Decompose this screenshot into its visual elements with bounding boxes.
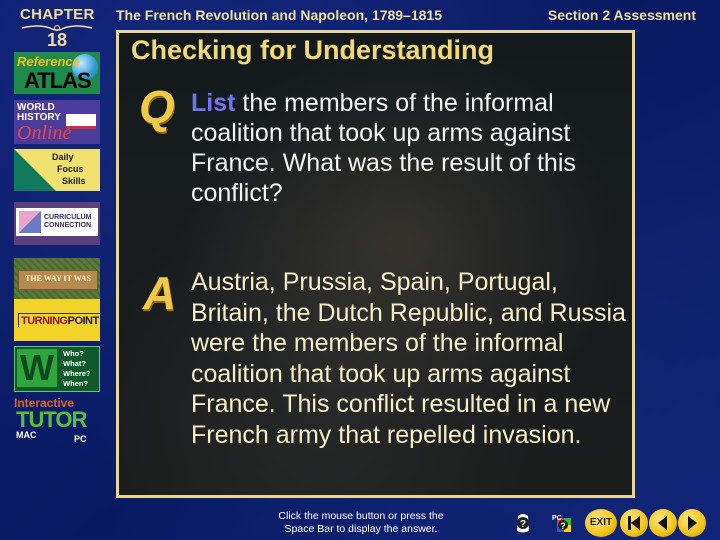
curriculum-line1: CURRICULUM — [44, 214, 92, 221]
exit-button[interactable]: EXIT — [585, 509, 617, 537]
daily-line1: Daily — [52, 152, 74, 162]
daily-line2: Focus — [57, 164, 84, 174]
curriculum-connection-plate: CURRICULUM CONNECTION — [16, 208, 98, 236]
world-history-online-label: WORLD HISTORY — [17, 103, 61, 123]
question-text: List the members of the informal coaliti… — [191, 88, 631, 208]
w-letter-icon: W — [17, 349, 57, 387]
footer-instruction-line1: Click the mouse button or press the — [278, 510, 444, 522]
question-icon: Q — [139, 81, 175, 133]
previous-slide-button[interactable] — [649, 509, 677, 537]
curriculum-connection-label: CURRICULUM CONNECTION — [44, 214, 91, 230]
curriculum-line2: CONNECTION — [44, 222, 92, 229]
content-panel: Checking for Understanding Q List the me… — [116, 30, 635, 498]
arrow-right-icon — [688, 516, 697, 530]
the-way-it-was-button[interactable]: THE WAY IT WAS — [14, 258, 100, 302]
turning-point-label: TURNINGPOINT — [18, 313, 100, 327]
where-text: Where? — [63, 369, 91, 378]
turning-point-button[interactable]: TURNINGPOINT — [14, 299, 100, 341]
reference-atlas-line2: ATLAS — [24, 68, 92, 93]
arrow-left-icon — [658, 516, 667, 530]
first-slide-button[interactable] — [620, 509, 648, 537]
exit-label: EXIT — [589, 517, 613, 528]
skip-back-icon — [628, 516, 640, 530]
whonline-line3: Online — [17, 122, 72, 144]
tutor-pc-button[interactable]: PC — [74, 434, 87, 444]
question-body: the members of the informal coalition th… — [191, 89, 576, 207]
answer-text: Austria, Prussia, Spain, Portugal, Brita… — [191, 268, 626, 449]
header: CHAPTER 18 The French Revolution and Nap… — [0, 0, 720, 50]
curriculum-connection-button[interactable]: CURRICULUM CONNECTION — [14, 202, 100, 245]
point-part: POINT — [67, 315, 100, 327]
panel-title: Checking for Understanding — [131, 35, 495, 65]
the-way-it-was-label: THE WAY IT WAS — [25, 274, 91, 283]
section-title: Section 2 Assessment — [547, 7, 696, 23]
footer-instruction: Click the mouse button or press the Spac… — [250, 510, 472, 536]
daily-focus-skills-label: Daily Focus Skills — [52, 151, 86, 187]
when-text: When? — [63, 379, 88, 388]
projector-icon — [14, 149, 56, 191]
curriculum-logo-icon — [19, 211, 41, 233]
pc-help-icon[interactable]: ? PC — [548, 511, 574, 535]
answer-icon: A — [143, 267, 177, 319]
tutor-mac-button[interactable]: MAC — [16, 430, 37, 440]
reference-atlas-line1: Reference — [17, 54, 80, 69]
next-slide-button[interactable] — [678, 509, 706, 537]
svg-text:PC: PC — [552, 515, 562, 522]
daily-focus-skills-button[interactable]: Daily Focus Skills — [14, 149, 100, 191]
mac-help-icon[interactable]: ? — [510, 511, 536, 535]
chapter-number: 18 — [46, 30, 68, 50]
world-history-online-button[interactable]: WORLD HISTORY Online — [14, 100, 100, 144]
reference-atlas-button[interactable]: Reference ATLAS — [14, 52, 100, 94]
daily-line3: Skills — [62, 176, 86, 186]
five-w-label: Who? What? Where? When? — [63, 349, 91, 389]
who-text: Who? — [63, 349, 84, 358]
question-keyword: List — [191, 89, 236, 117]
book-title: The French Revolution and Napoleon, 1789… — [116, 7, 442, 23]
chapter-label: CHAPTER — [20, 6, 95, 23]
footer-instruction-line2: Space Bar to display the answer. — [284, 523, 438, 535]
interactive-tutor: Interactive TUTOR MAC PC — [14, 394, 100, 444]
the-way-it-was-plate: THE WAY IT WAS — [18, 270, 98, 290]
svg-text:?: ? — [520, 519, 526, 530]
five-w-button[interactable]: W Who? What? Where? When? — [14, 346, 100, 392]
what-text: What? — [63, 359, 86, 368]
svg-text:?: ? — [560, 521, 566, 531]
turning-part: TURNING — [21, 315, 68, 327]
